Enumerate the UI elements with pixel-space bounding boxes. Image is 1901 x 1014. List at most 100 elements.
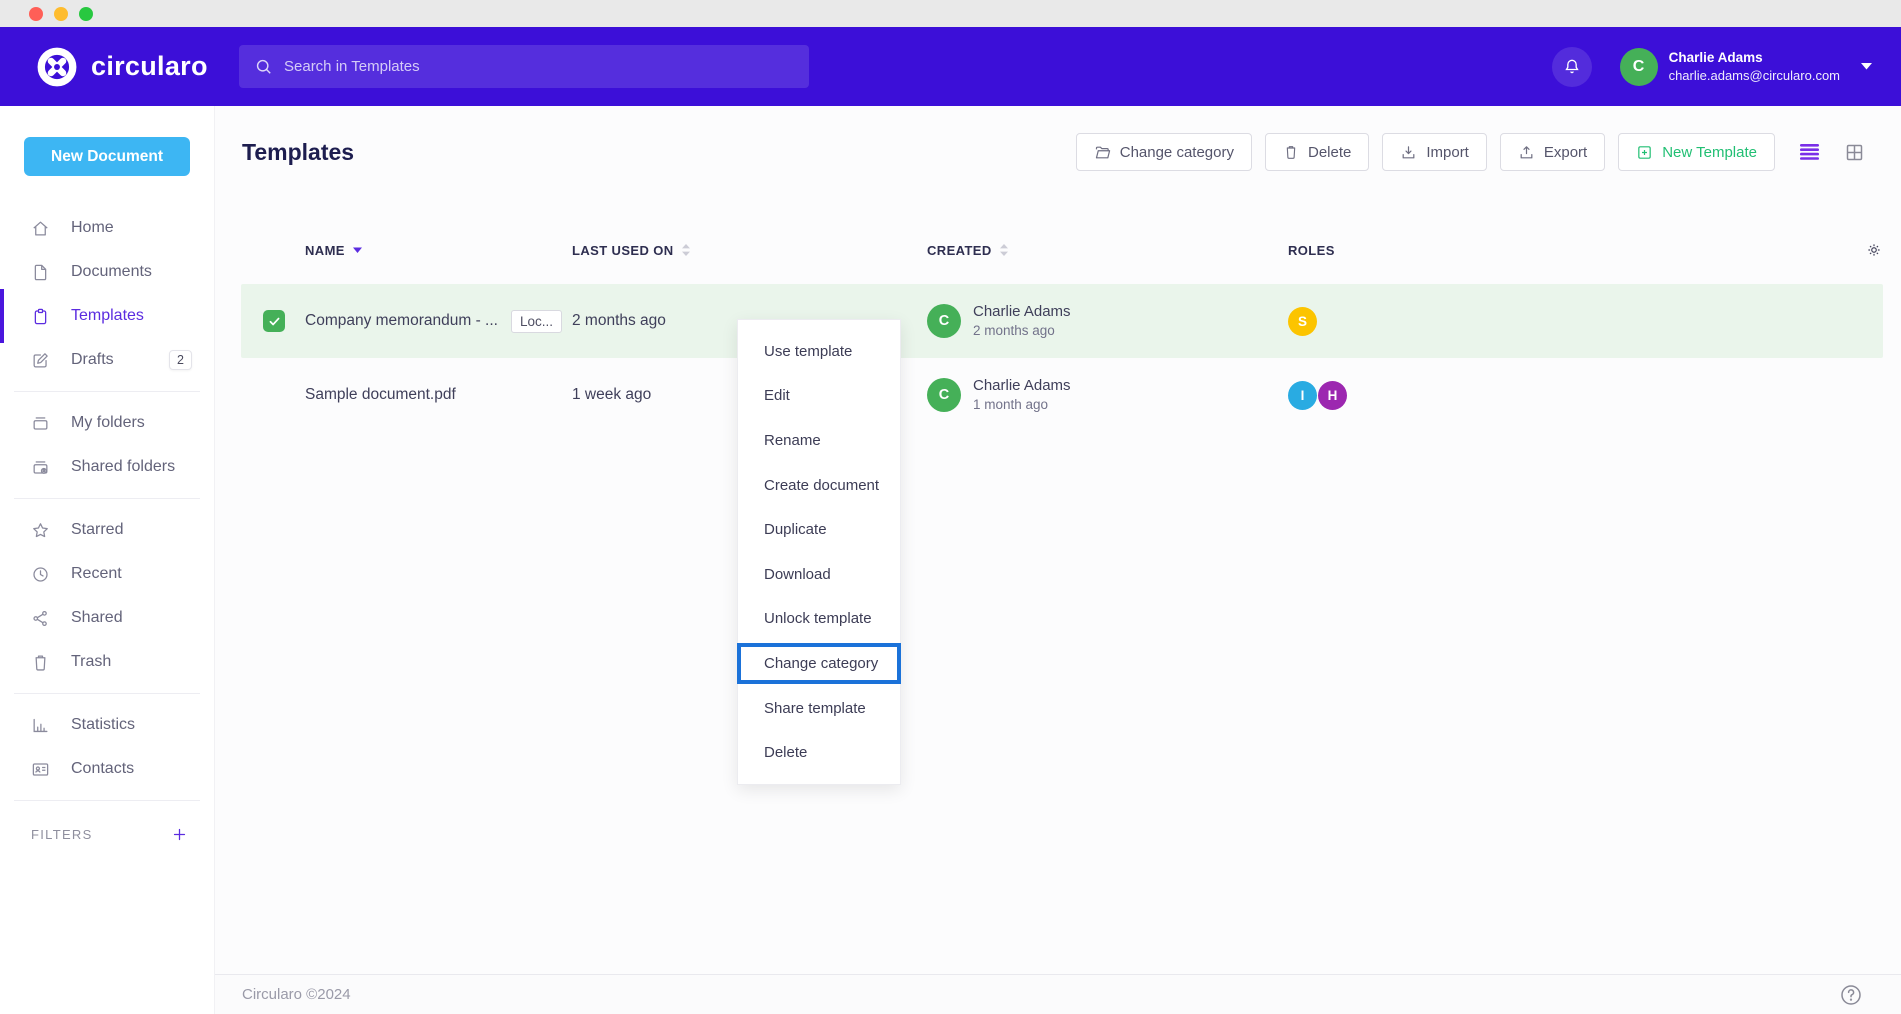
- delete-label: Delete: [1308, 144, 1351, 161]
- app-header: circularo C Charlie Adams charlie.adams@…: [0, 27, 1901, 106]
- contact-card-icon: [31, 760, 50, 779]
- menu-item-duplicate[interactable]: Duplicate: [738, 507, 900, 552]
- column-header-roles: ROLES: [1288, 243, 1823, 258]
- sidebar-item-label: Home: [71, 219, 114, 237]
- trash-icon: [31, 653, 50, 672]
- column-label: ROLES: [1288, 243, 1335, 258]
- table-row[interactable]: Company memorandum - ... Loc... 2 months…: [241, 284, 1883, 358]
- column-header-name[interactable]: NAME: [305, 243, 572, 258]
- template-name: Sample document.pdf: [305, 386, 456, 404]
- brand-name: circularo: [91, 51, 208, 82]
- sidebar-item-documents[interactable]: Documents: [0, 250, 214, 294]
- change-category-button[interactable]: Change category: [1076, 133, 1252, 171]
- menu-item-create-document[interactable]: Create document: [738, 463, 900, 508]
- new-template-button[interactable]: New Template: [1618, 133, 1775, 171]
- row-checkbox-checked[interactable]: [263, 310, 285, 332]
- menu-item-edit[interactable]: Edit: [738, 374, 900, 419]
- templates-table: NAME LAST USED ON CREATED ROLES: [215, 228, 1901, 432]
- export-button[interactable]: Export: [1500, 133, 1605, 171]
- column-header-created[interactable]: CREATED: [927, 243, 1288, 258]
- column-label: LAST USED ON: [572, 243, 674, 258]
- toolbar: Change category Delete Import Export New…: [1076, 133, 1775, 171]
- user-name: Charlie Adams: [1669, 49, 1840, 67]
- trash-icon: [1283, 144, 1299, 160]
- new-document-button[interactable]: New Document: [24, 137, 190, 176]
- filters-label: FILTERS: [31, 827, 93, 842]
- sidebar-item-shared[interactable]: Shared: [0, 596, 214, 640]
- sidebar-item-drafts[interactable]: Drafts 2: [0, 338, 214, 382]
- export-label: Export: [1544, 144, 1587, 161]
- menu-item-change-category[interactable]: Change category: [738, 641, 900, 686]
- sidebar-item-label: Shared: [71, 609, 123, 627]
- filters-section: FILTERS: [0, 810, 214, 843]
- brand-logo[interactable]: circularo: [36, 46, 208, 88]
- add-filter-button[interactable]: [171, 826, 188, 843]
- sidebar-item-home[interactable]: Home: [0, 206, 214, 250]
- template-name: Company memorandum - ...: [305, 312, 498, 330]
- sidebar-item-label: Contacts: [71, 760, 134, 778]
- creator-avatar: C: [927, 378, 961, 412]
- circularo-logo-icon: [36, 46, 78, 88]
- creator-avatar: C: [927, 304, 961, 338]
- sidebar: New Document Home Documents Templates Dr…: [0, 106, 215, 1014]
- creator-name: Charlie Adams: [973, 302, 1071, 322]
- plus-square-icon: [1636, 144, 1653, 161]
- search-bar[interactable]: [239, 45, 809, 88]
- menu-item-unlock-template[interactable]: Unlock template: [738, 597, 900, 642]
- table-row[interactable]: Sample document.pdf 1 week ago C Charlie…: [241, 358, 1883, 432]
- table-header: NAME LAST USED ON CREATED ROLES: [241, 228, 1883, 272]
- user-avatar: C: [1620, 48, 1658, 86]
- sidebar-item-templates[interactable]: Templates: [0, 294, 214, 338]
- locked-badge: Loc...: [511, 310, 562, 333]
- role-badge: S: [1288, 307, 1317, 336]
- pencil-square-icon: [31, 351, 50, 370]
- window-close-button[interactable]: [29, 7, 43, 21]
- grid-view-button[interactable]: [1844, 142, 1865, 163]
- document-icon: [31, 263, 50, 282]
- menu-item-delete[interactable]: Delete: [738, 730, 900, 775]
- menu-item-use-template[interactable]: Use template: [738, 329, 900, 374]
- home-icon: [31, 219, 50, 238]
- copyright-text: Circularo ©2024: [242, 986, 351, 1003]
- menu-item-download[interactable]: Download: [738, 552, 900, 597]
- grid-view-icon: [1844, 142, 1865, 163]
- sort-desc-icon: [352, 246, 363, 254]
- search-input[interactable]: [284, 58, 794, 75]
- window-titlebar: [0, 0, 1901, 27]
- check-icon: [268, 315, 281, 328]
- sidebar-item-recent[interactable]: Recent: [0, 552, 214, 596]
- import-button[interactable]: Import: [1382, 133, 1487, 171]
- window-zoom-button[interactable]: [79, 7, 93, 21]
- sort-both-icon: [999, 243, 1009, 257]
- column-header-last-used[interactable]: LAST USED ON: [572, 243, 927, 258]
- clock-icon: [31, 565, 50, 584]
- role-badge: H: [1318, 381, 1347, 410]
- user-email: charlie.adams@circularo.com: [1669, 67, 1840, 85]
- window-minimize-button[interactable]: [54, 7, 68, 21]
- folder-open-icon: [1094, 144, 1111, 161]
- sidebar-item-trash[interactable]: Trash: [0, 640, 214, 684]
- sort-both-icon: [681, 243, 691, 257]
- sidebar-item-shared-folders[interactable]: Shared folders: [0, 445, 214, 489]
- list-view-button[interactable]: [1799, 143, 1820, 161]
- sidebar-item-starred[interactable]: Starred: [0, 508, 214, 552]
- notifications-button[interactable]: [1552, 47, 1592, 87]
- help-button[interactable]: [1839, 983, 1863, 1007]
- sidebar-item-label: Starred: [71, 521, 123, 539]
- page-title: Templates: [242, 139, 354, 166]
- sidebar-item-contacts[interactable]: Contacts: [0, 747, 214, 791]
- user-menu[interactable]: C Charlie Adams charlie.adams@circularo.…: [1620, 48, 1873, 86]
- sidebar-item-my-folders[interactable]: My folders: [0, 401, 214, 445]
- folder-icon: [31, 414, 50, 433]
- delete-button[interactable]: Delete: [1265, 133, 1369, 171]
- row-context-menu: Use template Edit Rename Create document…: [737, 319, 901, 785]
- menu-item-rename[interactable]: Rename: [738, 418, 900, 463]
- list-view-icon: [1799, 143, 1820, 161]
- sidebar-item-label: Statistics: [71, 716, 135, 734]
- share-icon: [31, 609, 50, 628]
- clipboard-icon: [31, 307, 50, 326]
- bar-chart-icon: [31, 716, 50, 735]
- sidebar-item-statistics[interactable]: Statistics: [0, 703, 214, 747]
- menu-item-share-template[interactable]: Share template: [738, 686, 900, 731]
- table-settings-button[interactable]: [1865, 241, 1883, 259]
